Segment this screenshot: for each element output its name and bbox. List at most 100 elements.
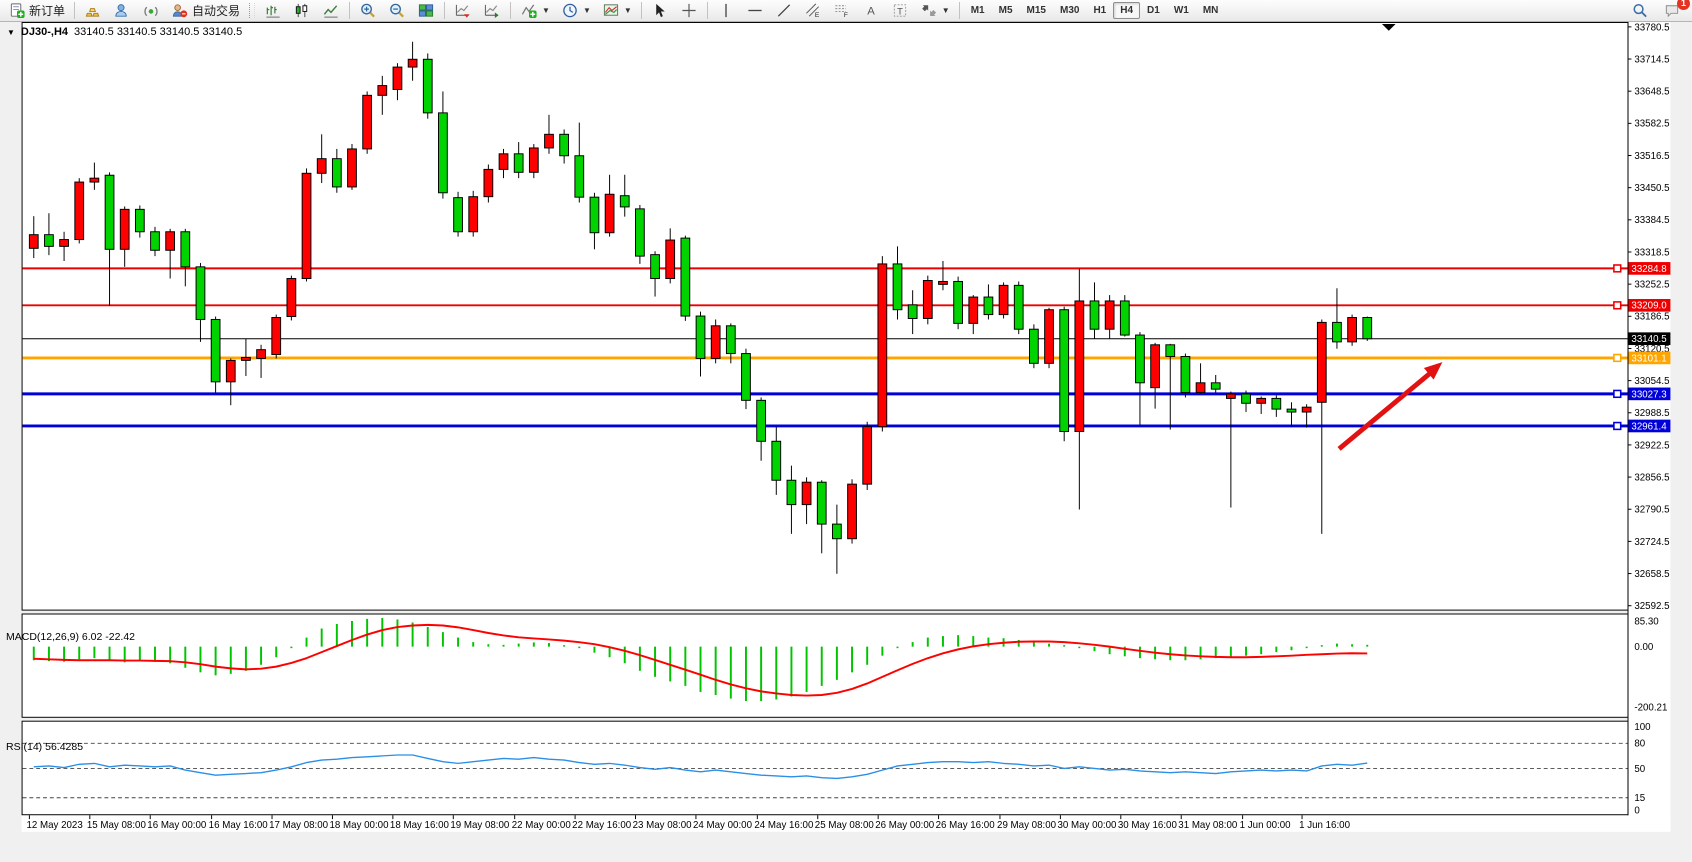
gold-button[interactable] <box>79 0 107 21</box>
candle-body <box>272 318 281 355</box>
candle-body <box>545 134 554 148</box>
candle-body <box>257 350 266 359</box>
svg-text:F: F <box>844 12 848 19</box>
dropdown-caret[interactable]: ▼ <box>942 6 950 15</box>
dropdown-caret[interactable]: ▼ <box>542 6 550 15</box>
candle-body <box>499 154 508 170</box>
price-tick-label: 32658.5 <box>1634 569 1669 580</box>
timeframe-M1[interactable]: M1 <box>964 2 992 19</box>
candle-chart-button[interactable] <box>288 0 316 21</box>
macd-indicator-label: MACD(12,26,9) 6.02 -22.42 <box>6 631 135 643</box>
line-chart-icon <box>322 2 340 19</box>
candle-body <box>969 297 978 323</box>
level-line-handle <box>1614 354 1621 361</box>
timeframe-M5[interactable]: M5 <box>992 2 1020 19</box>
macd-pane <box>22 614 1628 717</box>
price-badge-label: 33284.8 <box>1631 264 1666 275</box>
add-indicator-icon <box>520 2 538 19</box>
text-label-button[interactable]: T <box>886 0 914 21</box>
candle-body <box>1333 322 1342 341</box>
auto-trading-button[interactable]: 自动交易 <box>166 0 245 21</box>
time-tick-label: 18 May 00:00 <box>330 820 390 831</box>
cursor-button[interactable] <box>646 0 674 21</box>
candle-body <box>151 232 160 251</box>
candle-body <box>696 316 705 358</box>
price-tick-label: 32922.5 <box>1634 440 1669 451</box>
indicators-button[interactable]: ▼ <box>515 0 555 21</box>
timeframe-W1[interactable]: W1 <box>1167 2 1196 19</box>
timeframe-H1[interactable]: H1 <box>1086 2 1113 19</box>
timeframe-M30[interactable]: M30 <box>1053 2 1086 19</box>
candle-body <box>666 240 675 278</box>
candle-body <box>60 240 69 247</box>
rsi-indicator-label: RSI(14) 56.4285 <box>6 741 83 753</box>
community-button[interactable] <box>108 0 136 21</box>
crosshair-button[interactable] <box>675 0 703 21</box>
tile-windows-button[interactable] <box>412 0 440 21</box>
vertical-line-button[interactable] <box>712 0 740 21</box>
time-tick-label: 22 May 00:00 <box>512 820 572 831</box>
candle-body <box>802 482 811 504</box>
crosshair-icon <box>680 2 698 19</box>
trendline-button[interactable] <box>770 0 798 21</box>
signal-button[interactable] <box>137 0 165 21</box>
time-tick-label: 26 May 16:00 <box>936 820 996 831</box>
auto-scroll-button[interactable] <box>449 0 477 21</box>
chart-shift-button[interactable] <box>478 0 506 21</box>
candle-body <box>29 235 38 249</box>
zoom-in-icon <box>359 2 377 19</box>
new-order-button[interactable]: 新订单 <box>3 0 70 21</box>
toolbar-drag-handle[interactable] <box>249 3 255 18</box>
chart-canvas[interactable]: 33780.533714.533648.533582.533516.533450… <box>0 22 1692 862</box>
search-icon <box>1631 2 1649 19</box>
arrows-button[interactable]: ▼ <box>915 0 955 21</box>
channel-button[interactable]: E <box>799 0 827 21</box>
zoom-out-button[interactable] <box>383 0 411 21</box>
candle-body <box>954 281 963 323</box>
timeframe-MN[interactable]: MN <box>1196 2 1226 19</box>
symbol-dropdown-icon[interactable]: ▼ <box>7 28 15 37</box>
dropdown-caret[interactable]: ▼ <box>624 6 632 15</box>
candle-body <box>878 264 887 427</box>
price-badge-label: 33027.3 <box>1631 389 1666 400</box>
periods-button[interactable]: ▼ <box>556 0 596 21</box>
fibonacci-button[interactable]: F <box>828 0 856 21</box>
time-tick-label: 30 May 00:00 <box>1057 820 1117 831</box>
candle-body <box>1166 345 1175 357</box>
candle-body <box>1060 310 1069 432</box>
candle-body <box>135 209 144 231</box>
timeframe-M15[interactable]: M15 <box>1020 2 1053 19</box>
zoom-in-button[interactable] <box>354 0 382 21</box>
candle-body <box>620 196 629 207</box>
text-button[interactable]: A <box>857 0 885 21</box>
new-order-label: 新订单 <box>29 2 65 19</box>
timeframe-D1[interactable]: D1 <box>1140 2 1167 19</box>
candle-body <box>711 326 720 359</box>
template-icon <box>602 2 620 19</box>
candle-body <box>1045 310 1054 364</box>
candle-body <box>1120 301 1129 335</box>
time-tick-label: 26 May 00:00 <box>875 820 935 831</box>
new-order-icon <box>8 2 26 19</box>
candle-body <box>999 285 1008 314</box>
price-tick-label: 33384.5 <box>1634 215 1669 226</box>
templates-button[interactable]: ▼ <box>597 0 637 21</box>
price-tick-label: 32724.5 <box>1634 537 1669 548</box>
candle-body <box>408 59 417 67</box>
candle-body <box>211 319 220 381</box>
macd-axis-label: 85.30 <box>1634 616 1659 627</box>
rsi-axis-label: 0 <box>1634 806 1640 817</box>
search-button[interactable] <box>1626 0 1654 21</box>
text-icon: A <box>862 2 880 19</box>
price-badge-label: 33209.0 <box>1631 301 1667 312</box>
timeframe-H4[interactable]: H4 <box>1113 2 1140 19</box>
arrows-icon <box>920 2 938 19</box>
level-line-handle <box>1614 302 1621 309</box>
time-tick-label: 12 May 2023 <box>26 820 82 831</box>
horizontal-line-button[interactable] <box>741 0 769 21</box>
line-chart-button[interactable] <box>317 0 345 21</box>
notifications-button[interactable]: 1 <box>1658 0 1686 21</box>
bar-chart-button[interactable] <box>259 0 287 21</box>
time-tick-label: 16 May 00:00 <box>147 820 207 831</box>
dropdown-caret[interactable]: ▼ <box>583 6 591 15</box>
